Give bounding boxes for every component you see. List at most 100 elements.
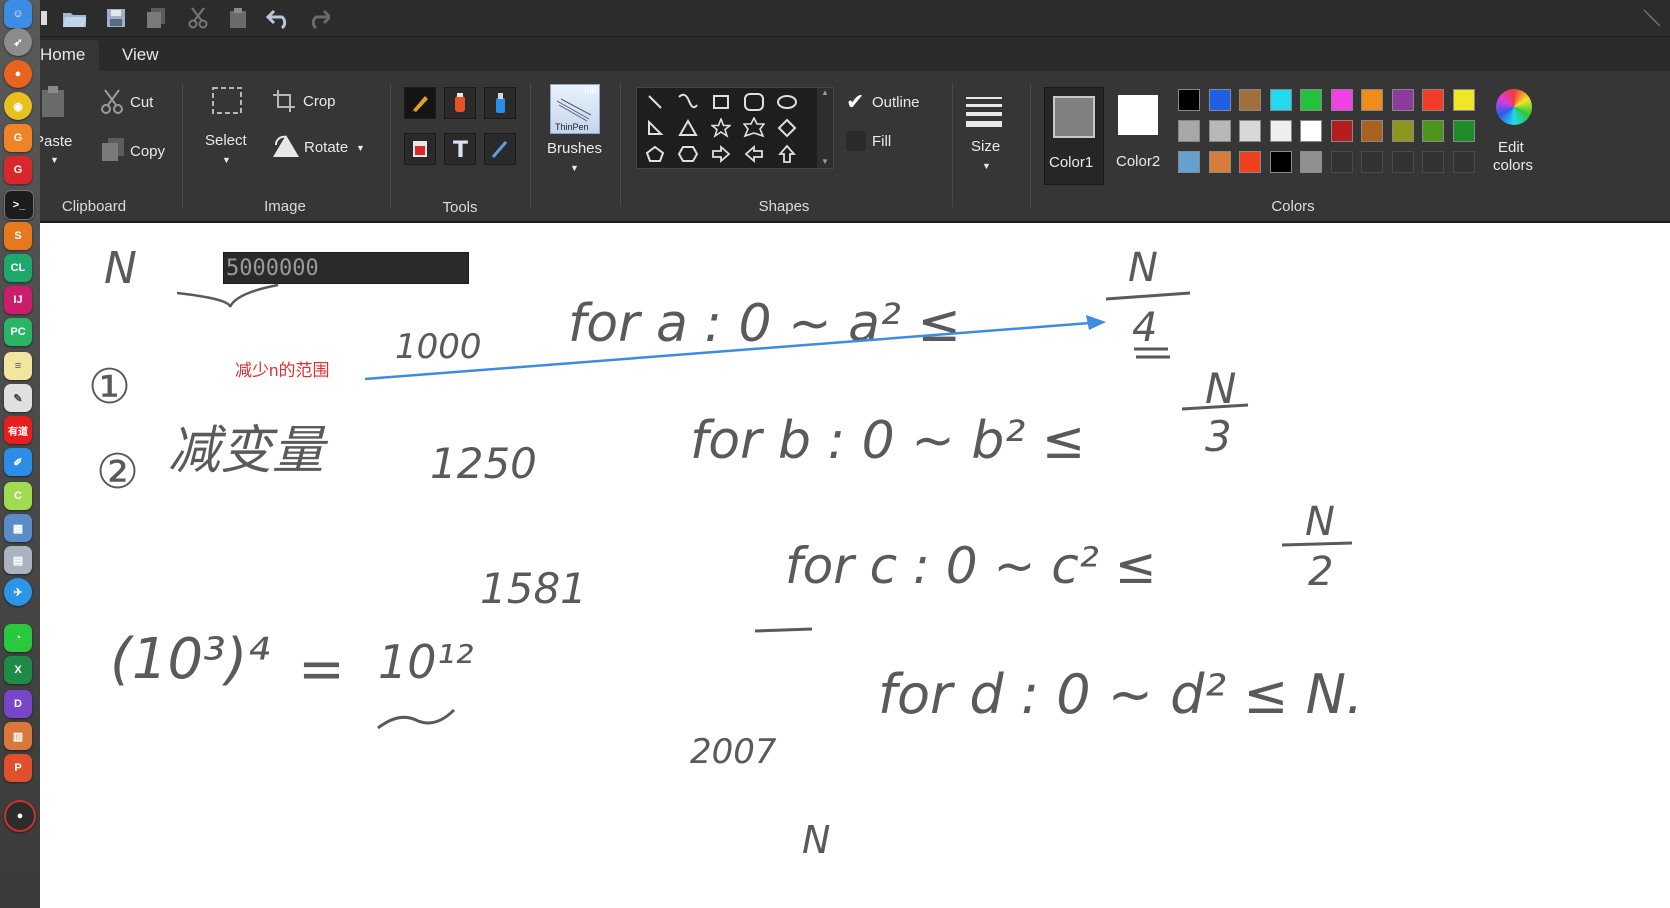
spray-tool[interactable] [484,87,516,119]
color-swatch[interactable] [1391,89,1414,111]
color1-button[interactable]: Color1 [1044,87,1104,185]
color-swatch[interactable] [1361,120,1383,142]
book-app-icon[interactable]: ▥ [4,722,32,750]
paste-icon[interactable] [226,6,250,30]
color-swatch[interactable] [1330,89,1353,111]
select-button[interactable]: Select ▼ [200,83,254,173]
rounded-rectangle-shape[interactable] [742,90,766,114]
color-swatch[interactable] [1178,120,1200,142]
star-five-shape[interactable] [709,116,733,140]
right-arrow-shape[interactable] [709,142,733,166]
hexagon-shape[interactable] [676,142,700,166]
left-arrow-shape[interactable] [742,142,766,166]
sublime-icon[interactable]: S [4,222,32,250]
chrome-icon[interactable]: ◉ [4,92,32,120]
empty-color-slot[interactable] [1361,151,1383,173]
size-button[interactable]: Size ▼ [960,91,1010,177]
ellipse-shape[interactable] [775,90,799,114]
cut-button[interactable]: Cut [100,89,190,119]
app-g-orange-icon[interactable]: G [4,124,32,152]
rotate-button[interactable]: Rotate ▼ [272,133,382,161]
tab-view[interactable]: View [122,45,159,65]
terminal-icon[interactable]: >_ [4,190,34,220]
color-swatch[interactable] [1178,151,1200,173]
empty-color-slot[interactable] [1391,151,1414,173]
color-swatch[interactable] [1361,89,1383,111]
pencil-tool[interactable] [404,87,436,119]
drawing-canvas[interactable]: 5000000 减少n的范围 N ① ② 减变量 1000 1250 1581 … [40,223,1670,908]
empty-color-slot[interactable] [1422,151,1444,173]
open-folder-icon[interactable] [62,6,86,30]
color-swatch[interactable] [1422,89,1444,111]
triangle-shape[interactable] [676,116,700,140]
app-g-red-icon[interactable]: G [4,156,32,184]
eraser-tool[interactable] [404,133,436,165]
outline-button[interactable]: ✔ Outline [846,89,946,117]
empty-color-slot[interactable] [1452,151,1475,173]
redo-icon[interactable] [306,6,330,30]
excel-icon[interactable]: X [4,656,32,684]
brushes-button[interactable]: Ink ThinPen Brushes ▼ [540,81,610,181]
pentagon-shape[interactable] [643,142,667,166]
cut-icon[interactable] [186,6,210,30]
intellij-icon[interactable]: IJ [4,286,32,314]
color-swatch[interactable] [1330,120,1353,142]
color-swatch[interactable] [1269,151,1292,173]
bird-app-icon[interactable]: ✈ [4,578,32,606]
shapes-scrollbar[interactable]: ▲ ▼ [817,88,833,168]
up-arrow-shape[interactable] [775,142,799,166]
textedit-icon[interactable]: ✎ [4,384,32,412]
rectangle-shape[interactable] [709,90,733,114]
firefox-icon[interactable]: ● [4,60,32,88]
color2-button[interactable]: Color2 [1112,87,1170,183]
launchpad-icon[interactable]: ➶ [4,28,32,56]
curve-shape[interactable] [676,90,700,114]
paste-button[interactable]: Paste ▼ [34,81,80,171]
scanner-icon[interactable]: ▤ [4,546,32,574]
diamond-shape[interactable] [775,116,799,140]
edit-colors-button[interactable]: Edit colors [1484,87,1554,183]
copy-button[interactable]: Copy [100,137,190,167]
pycharm-icon[interactable]: PC [4,318,32,346]
scroll-up-icon[interactable]: ▲ [817,88,833,97]
color-swatch[interactable] [1422,120,1444,142]
color-swatch[interactable] [1239,89,1261,111]
scroll-down-icon[interactable]: ▼ [817,157,833,166]
color-swatch[interactable] [1300,120,1322,142]
color-swatch[interactable] [1300,89,1322,111]
record-app-icon[interactable]: ● [4,800,36,832]
color-swatch[interactable] [1178,89,1200,111]
color-swatch[interactable] [1208,89,1231,111]
text-tool[interactable]: T [444,133,476,165]
color-picker-tool[interactable] [484,133,516,165]
fill-tool[interactable] [444,87,476,119]
youdao-icon[interactable]: 有道 [4,416,32,444]
color-swatch[interactable] [1391,120,1414,142]
fill-button[interactable]: Fill [846,131,946,157]
c-app-icon[interactable]: C [4,482,32,510]
color-swatch[interactable] [1239,151,1261,173]
line-shape[interactable] [643,90,667,114]
preview-icon[interactable]: ▦ [4,514,32,542]
color-swatch[interactable] [1269,89,1292,111]
finder-icon[interactable]: ☺ [4,0,32,28]
wechat-icon[interactable]: ◔ [4,624,32,652]
color-swatch[interactable] [1239,120,1261,142]
color-swatch[interactable] [1208,120,1231,142]
right-triangle-shape[interactable] [643,116,667,140]
clion-icon[interactable]: CL [4,254,32,282]
pencil-app-icon[interactable]: ✐ [4,448,32,476]
color-swatch[interactable] [1452,89,1475,111]
star-six-shape[interactable] [742,116,766,140]
color-swatch[interactable] [1300,151,1322,173]
notes-icon[interactable]: ≡ [4,352,32,380]
copy-pages-icon[interactable] [144,6,168,30]
empty-color-slot[interactable] [1330,151,1353,173]
powerpoint-icon[interactable]: P [4,754,32,782]
crop-button[interactable]: Crop [272,89,362,117]
save-icon[interactable] [104,6,128,30]
d-app-icon[interactable]: D [4,690,32,718]
color-swatch[interactable] [1269,120,1292,142]
color-swatch[interactable] [1208,151,1231,173]
color-swatch[interactable] [1452,120,1475,142]
